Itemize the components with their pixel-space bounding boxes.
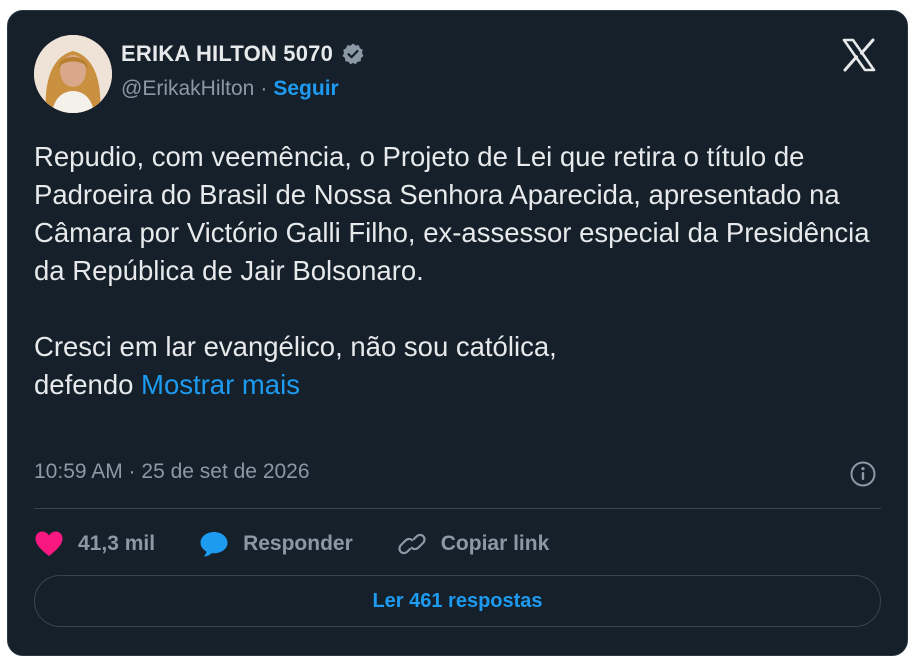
tweet-paragraph-2-line-2: defendo [34,369,134,400]
copy-link-label: Copiar link [440,532,550,555]
read-replies-button[interactable]: Ler 461 respostas [34,575,881,627]
tweet-paragraph-2: Cresci em lar evangélico, não sou católi… [34,328,884,404]
info-icon[interactable] [849,460,877,488]
show-more-link[interactable]: Mostrar mais [141,369,300,400]
avatar-photo [34,35,112,113]
verified-badge-icon [341,42,365,66]
like-button[interactable]: 41,3 mil [34,530,155,558]
author-handle[interactable]: @ErikakHilton [121,77,254,101]
link-icon [397,530,427,558]
author-name-row: ERIKA HILTON 5070 [121,41,365,67]
avatar[interactable] [34,35,112,113]
x-logo-icon[interactable] [841,37,877,73]
tweet-text: Repudio, com veemência, o Projeto de Lei… [34,138,884,404]
speech-bubble-icon [199,530,229,558]
tweet-paragraph-1: Repudio, com veemência, o Projeto de Lei… [34,141,870,286]
reply-label: Responder [243,532,353,555]
divider [34,508,881,509]
author-name[interactable]: ERIKA HILTON 5070 [121,41,333,67]
handle-separator: · [260,77,268,100]
like-count: 41,3 mil [78,532,156,555]
action-bar: 41,3 mil Responder Copiar link [34,526,593,562]
tweet-timestamp[interactable]: 10:59 AM · 25 de set de 2026 [34,460,310,484]
tweet-card: ERIKA HILTON 5070 @ErikakHilton · Seguir… [7,10,908,656]
copy-link-button[interactable]: Copiar link [397,530,550,558]
reply-button[interactable]: Responder [199,530,353,558]
heart-icon [34,530,64,558]
author-handle-row: @ErikakHilton · Seguir [121,77,339,101]
tweet-paragraph-2-line-1: Cresci em lar evangélico, não sou católi… [34,331,557,362]
follow-button[interactable]: Seguir [273,77,338,101]
